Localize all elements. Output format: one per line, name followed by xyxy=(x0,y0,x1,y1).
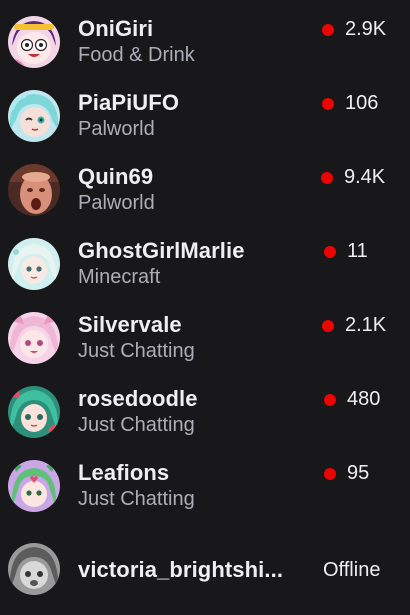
ghostgirlmarlie-avatar-icon xyxy=(8,238,60,290)
live-indicator-icon xyxy=(324,467,336,480)
live-indicator-icon xyxy=(322,23,334,36)
channel-name: Leafions xyxy=(78,460,170,485)
channel-row-leafions[interactable]: Leafions Just Chatting 95 xyxy=(0,450,410,524)
rosedoodle-avatar-icon xyxy=(8,386,60,438)
live-indicator-icon xyxy=(324,393,336,406)
viewer-count-value: 480 xyxy=(347,388,381,410)
channel-row-piapiufo[interactable]: PiaPiUFO Palworld 106 xyxy=(0,80,410,154)
viewer-count: 2.1K xyxy=(322,314,386,337)
viewer-count: 9.4K xyxy=(321,166,385,189)
viewer-count: 2.9K xyxy=(322,18,386,41)
silvervale-avatar-icon xyxy=(8,312,60,364)
channel-category: Just Chatting xyxy=(78,414,195,436)
channel-row-victoria[interactable]: victoria_brightshi... Offline xyxy=(0,533,410,607)
leafions-avatar-icon xyxy=(8,460,60,512)
channel-name: OniGiri xyxy=(78,16,154,41)
viewer-count-value: 11 xyxy=(347,240,368,262)
channel-row-rosedoodle[interactable]: rosedoodle Just Chatting 480 xyxy=(0,376,410,450)
onigiri-avatar-icon xyxy=(8,16,60,68)
channel-row-onigiri[interactable]: OniGiri Food & Drink 2.9K xyxy=(0,6,410,80)
channel-row-ghostgirlmarlie[interactable]: GhostGirlMarlie Minecraft 11 xyxy=(0,228,410,302)
viewer-count-value: 106 xyxy=(345,92,379,114)
channel-name: Silvervale xyxy=(78,312,182,337)
live-indicator-icon xyxy=(321,171,333,184)
viewer-count-value: 9.4K xyxy=(344,166,386,188)
channel-category: Food & Drink xyxy=(78,44,195,66)
channel-category: Just Chatting xyxy=(78,488,195,510)
viewer-count: 11 xyxy=(324,240,368,263)
channel-category: Palworld xyxy=(78,192,155,214)
quin69-avatar-icon xyxy=(8,164,60,216)
viewer-count: 95 xyxy=(324,462,369,485)
channel-name: victoria_brightshi... xyxy=(78,557,284,582)
victoria-avatar-icon xyxy=(8,543,60,595)
offline-status: Offline xyxy=(323,559,381,581)
channel-row-silvervale[interactable]: Silvervale Just Chatting 2.1K xyxy=(0,302,410,376)
viewer-count: 480 xyxy=(324,388,380,411)
live-indicator-icon xyxy=(324,245,336,258)
viewer-count-value: 2.1K xyxy=(345,314,387,336)
channel-name: PiaPiUFO xyxy=(78,90,180,115)
piapiufo-avatar-icon xyxy=(8,90,60,142)
followed-channels-list: OniGiri Food & Drink 2.9K PiaPiUFO Palwo… xyxy=(0,0,410,615)
channel-category: Minecraft xyxy=(78,266,161,288)
channel-name: rosedoodle xyxy=(78,386,198,411)
viewer-count-value: 2.9K xyxy=(345,18,387,40)
channel-name: GhostGirlMarlie xyxy=(78,238,245,263)
channel-category: Palworld xyxy=(78,118,155,140)
live-indicator-icon xyxy=(322,319,334,332)
live-indicator-icon xyxy=(322,97,334,110)
channel-name: Quin69 xyxy=(78,164,154,189)
viewer-count-value: 95 xyxy=(347,462,370,484)
channel-row-quin69[interactable]: Quin69 Palworld 9.4K xyxy=(0,154,410,228)
channel-category: Just Chatting xyxy=(78,340,195,362)
viewer-count: 106 xyxy=(322,92,378,115)
